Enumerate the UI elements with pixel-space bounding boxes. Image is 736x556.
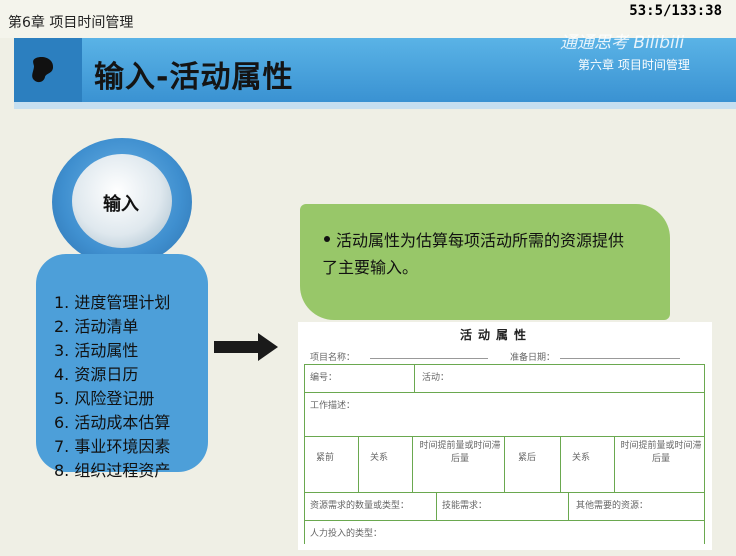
callout-text-content: 活动属性为估算每项活动所需的资源提供了主要输入。 bbox=[322, 231, 625, 277]
page-counter: 53:5/133:38 bbox=[629, 3, 722, 19]
grid-line bbox=[304, 364, 704, 365]
form-work-description-label: 工作描述： bbox=[310, 401, 356, 411]
right-arrow-icon bbox=[214, 333, 278, 361]
input-list-item: 6. 活动成本估算 bbox=[54, 413, 171, 432]
form-lead-lag-label: 时间提前量或时间滞后量 bbox=[620, 441, 702, 464]
grid-line bbox=[304, 492, 704, 493]
slide-title: 输入-活动属性 bbox=[94, 60, 294, 95]
input-list-item: 5. 风险登记册 bbox=[54, 389, 155, 408]
form-effort-type-label: 人力投入的类型： bbox=[310, 529, 383, 539]
grid-line bbox=[414, 364, 415, 392]
grid-line bbox=[304, 520, 704, 521]
grid-line bbox=[304, 364, 305, 544]
form-prepare-date: 准备日期： bbox=[510, 353, 556, 363]
form-other-resources-label: 其他需要的资源： bbox=[576, 501, 649, 511]
grid-line bbox=[504, 436, 505, 492]
grid-line bbox=[614, 436, 615, 492]
header-underline bbox=[14, 102, 736, 109]
input-list-item: 1. 进度管理计划 bbox=[54, 293, 171, 312]
form-id-label: 编号： bbox=[310, 373, 338, 383]
input-list-item: 8. 组织过程资产 bbox=[54, 461, 171, 480]
grid-line bbox=[304, 392, 704, 393]
form-underline bbox=[370, 358, 488, 359]
grid-line bbox=[436, 492, 437, 520]
grid-line bbox=[358, 436, 359, 492]
form-relation-label: 关系 bbox=[370, 453, 389, 463]
grid-line bbox=[560, 436, 561, 492]
form-title: 活动属性 bbox=[460, 328, 533, 342]
form-resource-req-label: 资源需求的数量或类型： bbox=[310, 501, 410, 511]
form-activity-label: 活动： bbox=[422, 373, 450, 383]
callout-text: 活动属性为估算每项活动所需的资源提供了主要输入。 bbox=[322, 227, 632, 281]
input-list-item: 4. 资源日历 bbox=[54, 365, 139, 384]
chapter-tag: 第6章 项目时间管理 bbox=[8, 15, 134, 31]
grid-line bbox=[412, 436, 413, 492]
form-predecessor-label: 紧前 bbox=[316, 453, 335, 463]
form-lead-lag-label: 时间提前量或时间滞后量 bbox=[419, 441, 501, 464]
input-list-item: 2. 活动清单 bbox=[54, 317, 139, 336]
form-skill-req-label: 技能需求： bbox=[442, 501, 488, 511]
form-successor-label: 紧后 bbox=[518, 453, 537, 463]
input-circle-label: 输入 bbox=[103, 194, 139, 215]
form-project-name: 项目名称： bbox=[310, 353, 356, 363]
grid-line bbox=[704, 364, 705, 544]
form-underline bbox=[560, 358, 680, 359]
grid-line bbox=[568, 492, 569, 520]
chapter-subtitle: 第六章 项目时间管理 bbox=[578, 58, 690, 72]
bean-icon bbox=[32, 57, 54, 83]
input-list-item: 3. 活动属性 bbox=[54, 341, 139, 360]
brand-watermark: 通通思考 Bilibili bbox=[560, 33, 685, 53]
form-relation-label: 关系 bbox=[572, 453, 591, 463]
input-list-item: 7. 事业环境因素 bbox=[54, 437, 171, 456]
